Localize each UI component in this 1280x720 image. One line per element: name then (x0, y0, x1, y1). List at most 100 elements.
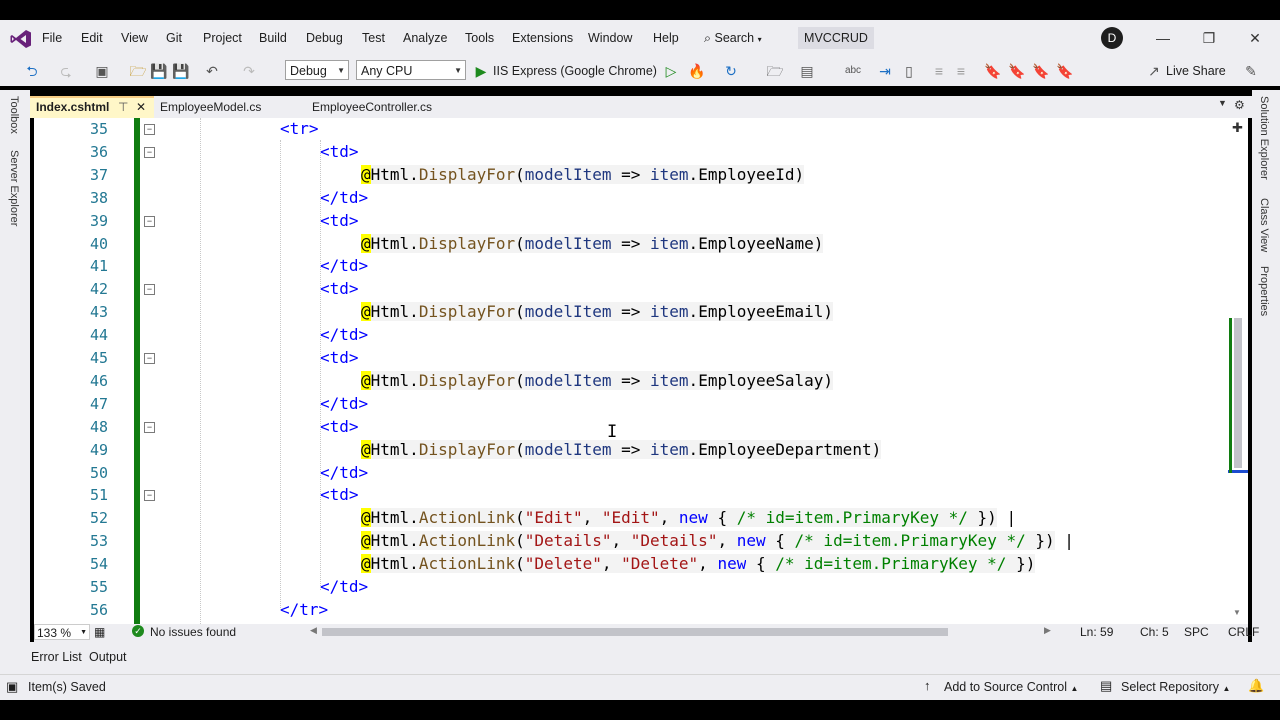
code-line: </td> (320, 187, 368, 209)
menu-help[interactable]: Help (653, 20, 679, 56)
refresh-icon[interactable]: ↻ (722, 60, 740, 82)
horizontal-scroll-thumb[interactable] (322, 628, 948, 636)
code-line: @Html.DisplayFor(modelItem => item.Emplo… (361, 439, 882, 459)
search-icon: ⌕ (704, 31, 712, 45)
code-editor[interactable]: 35 − <tr> 36 − <td> 37 @Html.DisplayFor(modelIt… (34, 118, 1228, 624)
close-button[interactable]: ✕ (1232, 20, 1278, 56)
start-without-debugging-icon[interactable]: ▷ (664, 60, 678, 82)
fold-toggle-icon[interactable]: − (144, 146, 155, 158)
notifications-bell-icon[interactable]: 🔔 (1248, 678, 1264, 694)
hot-reload-icon[interactable]: 🔥 (688, 60, 706, 82)
html-tag: </tr> (280, 599, 329, 619)
keyword: new (678, 508, 708, 528)
split-icon[interactable]: ✚ (1232, 120, 1243, 136)
menu-project[interactable]: Project (203, 20, 242, 56)
zoom-select[interactable]: 133 % ▼ (34, 624, 90, 640)
feedback-icon[interactable]: ✎ (1242, 60, 1260, 82)
menu-extensions[interactable]: Extensions (512, 20, 573, 56)
tab-output[interactable]: Output (89, 650, 127, 664)
fold-toggle-icon[interactable]: − (144, 284, 155, 296)
search-box[interactable]: ⌕ Search ▾ (704, 26, 788, 50)
tab-index-cshtml[interactable]: Index.cshtml ⊤ ✕ (30, 96, 154, 118)
avatar[interactable]: D (1101, 27, 1123, 49)
razor-at: @ (361, 531, 371, 551)
next-bookmark-icon[interactable]: 🔖 (1032, 60, 1049, 82)
undo-icon[interactable]: ↶ (203, 60, 221, 82)
select-repository-button[interactable]: Select Repository ▲ (1121, 680, 1230, 694)
live-share-icon[interactable]: ↗ (1146, 60, 1162, 82)
tab-error-list[interactable]: Error List (31, 650, 82, 664)
run-icon[interactable]: ▶ (474, 60, 488, 82)
menu-window[interactable]: Window (588, 20, 632, 56)
menu-tools[interactable]: Tools (465, 20, 494, 56)
fold-toggle-icon[interactable]: − (144, 353, 155, 364)
code-cleanup-icon[interactable]: ▦ (94, 625, 105, 639)
fold-toggle-icon[interactable]: − (144, 124, 155, 135)
layout-icon[interactable]: ▤ (798, 60, 816, 82)
scroll-left-icon[interactable]: ◀ (310, 625, 317, 636)
fold-toggle-icon[interactable]: − (144, 490, 155, 502)
line-indicator[interactable]: Ln: 59 (1080, 625, 1113, 639)
tab-employeemodel-cs[interactable]: EmployeeModel.cs (154, 96, 304, 118)
device-icon[interactable]: ▯ (900, 60, 918, 82)
back-icon[interactable]: ⮌ (22, 60, 42, 82)
pin-icon[interactable]: ⊤ (118, 98, 128, 117)
menu-debug[interactable]: Debug (306, 20, 343, 56)
restore-button[interactable]: ❐ (1186, 20, 1232, 56)
outdent-icon[interactable]: ≡ (952, 60, 970, 82)
platform-select[interactable]: Any CPU ▼ (356, 60, 466, 80)
menu-file[interactable]: File (42, 20, 62, 56)
step-icon[interactable]: ⇥ (876, 60, 894, 82)
close-tab-icon[interactable]: ✕ (136, 98, 146, 117)
parameter: item (650, 233, 689, 253)
solution-explorer-tab[interactable]: Solution Explorer (1258, 96, 1270, 180)
tab-employeecontroller-cs[interactable]: EmployeeController.cs (306, 96, 476, 118)
indent-guide (280, 140, 281, 610)
vertical-scrollbar[interactable]: ✚ ▼ (1228, 118, 1248, 624)
parameter: item (650, 439, 689, 459)
column-indicator[interactable]: Ch: 5 (1140, 625, 1169, 639)
toolbox-tab[interactable]: Toolbox (8, 96, 20, 134)
scroll-right-icon[interactable]: ▶ (1044, 625, 1051, 636)
issues-status[interactable]: No issues found (150, 625, 236, 639)
scroll-thumb[interactable] (1234, 318, 1242, 468)
spell-check-icon[interactable]: abc (844, 60, 862, 82)
forward-icon[interactable]: ⮎ (58, 60, 74, 82)
settings-gear-icon[interactable]: ⚙ (1234, 98, 1245, 112)
menu-git[interactable]: Git (166, 20, 182, 56)
prev-bookmark-icon[interactable]: 🔖 (1008, 60, 1025, 82)
configuration-select[interactable]: Debug ▼ (285, 60, 349, 80)
menu-edit[interactable]: Edit (81, 20, 103, 56)
save-all-icon[interactable]: 💾 (172, 60, 190, 82)
fold-toggle-icon[interactable]: − (144, 215, 155, 227)
browse-icon[interactable]: 🗁 (766, 60, 784, 82)
properties-tab[interactable]: Properties (1258, 266, 1270, 316)
run-target-button[interactable]: IIS Express (Google Chrome) (493, 60, 661, 82)
solution-name-badge: MVCCRUD (798, 27, 874, 49)
menu-build[interactable]: Build (259, 20, 287, 56)
redo-icon[interactable]: ↷ (240, 60, 258, 82)
open-folder-icon[interactable]: 🗁 (128, 60, 148, 82)
indent-icon[interactable]: ≡ (930, 60, 948, 82)
menu-analyze[interactable]: Analyze (403, 20, 447, 56)
tab-overflow-icon[interactable]: ▼ (1218, 98, 1227, 108)
fold-toggle-icon[interactable]: − (144, 421, 155, 433)
line-ending-indicator[interactable]: CRLF (1228, 625, 1259, 639)
clear-bookmarks-icon[interactable]: 🔖 (1056, 60, 1073, 82)
live-share-button[interactable]: Live Share (1166, 60, 1226, 82)
scroll-down-icon[interactable]: ▼ (1233, 608, 1241, 617)
add-to-source-control-button[interactable]: Add to Source Control ▲ (944, 680, 1078, 694)
class-view-tab[interactable]: Class View (1258, 198, 1270, 252)
menu-test[interactable]: Test (362, 20, 385, 56)
visual-studio-logo-icon[interactable] (10, 29, 32, 49)
bookmark-icon[interactable]: 🔖 (984, 60, 1001, 82)
save-icon[interactable]: 💾 (150, 60, 168, 82)
menu-view[interactable]: View (121, 20, 148, 56)
new-project-icon[interactable]: ▣ (92, 60, 112, 82)
method-name: ActionLink (418, 508, 516, 528)
minimize-button[interactable]: — (1140, 20, 1186, 56)
whitespace-indicator[interactable]: SPC (1184, 625, 1209, 639)
server-explorer-tab[interactable]: Server Explorer (8, 150, 20, 226)
code-line: <td> (320, 278, 359, 300)
line-number: 40 (89, 234, 108, 253)
